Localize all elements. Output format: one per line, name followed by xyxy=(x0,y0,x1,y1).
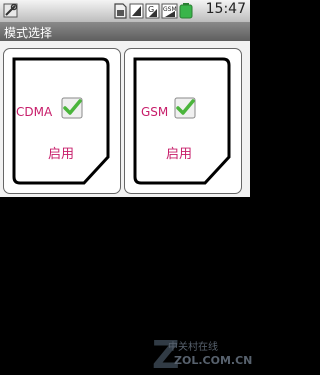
page-title: 模式选择 xyxy=(4,26,53,40)
gsm-enable-button[interactable]: 启用 xyxy=(149,143,209,162)
settings-icon xyxy=(3,3,18,18)
zol-watermark: Z 中关村在线 ZOL.COM.CN xyxy=(152,334,252,374)
zol-brand-en: ZOL.COM.CN xyxy=(174,354,253,367)
cdma-card[interactable]: CDMA 启用 xyxy=(3,48,121,194)
g-signal-icon: G xyxy=(145,3,160,19)
status-time: 15:47 xyxy=(205,1,246,17)
cdma-label: CDMA xyxy=(16,105,53,119)
gsm-checkbox[interactable] xyxy=(174,97,196,119)
gsm-card[interactable]: GSM 启用 xyxy=(124,48,242,194)
mode-panel: CDMA 启用 GSM 启用 xyxy=(0,41,250,197)
zol-brand-cn: 中关村在线 xyxy=(168,342,218,353)
cdma-enable-button[interactable]: 启用 xyxy=(31,143,91,162)
sim-card-frame xyxy=(12,57,110,185)
status-icons: G GSM xyxy=(3,3,193,19)
battery-icon xyxy=(179,3,193,19)
status-bar: G GSM 15:47 xyxy=(0,0,250,22)
svg-text:G: G xyxy=(148,5,154,14)
title-bar: 模式选择 xyxy=(0,22,250,41)
gsm-signal-icon: GSM xyxy=(161,3,178,19)
sim-signal-icon xyxy=(129,3,144,19)
sim-card-icon xyxy=(114,3,127,19)
gsm-label: GSM xyxy=(141,105,169,119)
sim-card-frame xyxy=(133,57,231,185)
cdma-checkbox[interactable] xyxy=(61,97,83,119)
